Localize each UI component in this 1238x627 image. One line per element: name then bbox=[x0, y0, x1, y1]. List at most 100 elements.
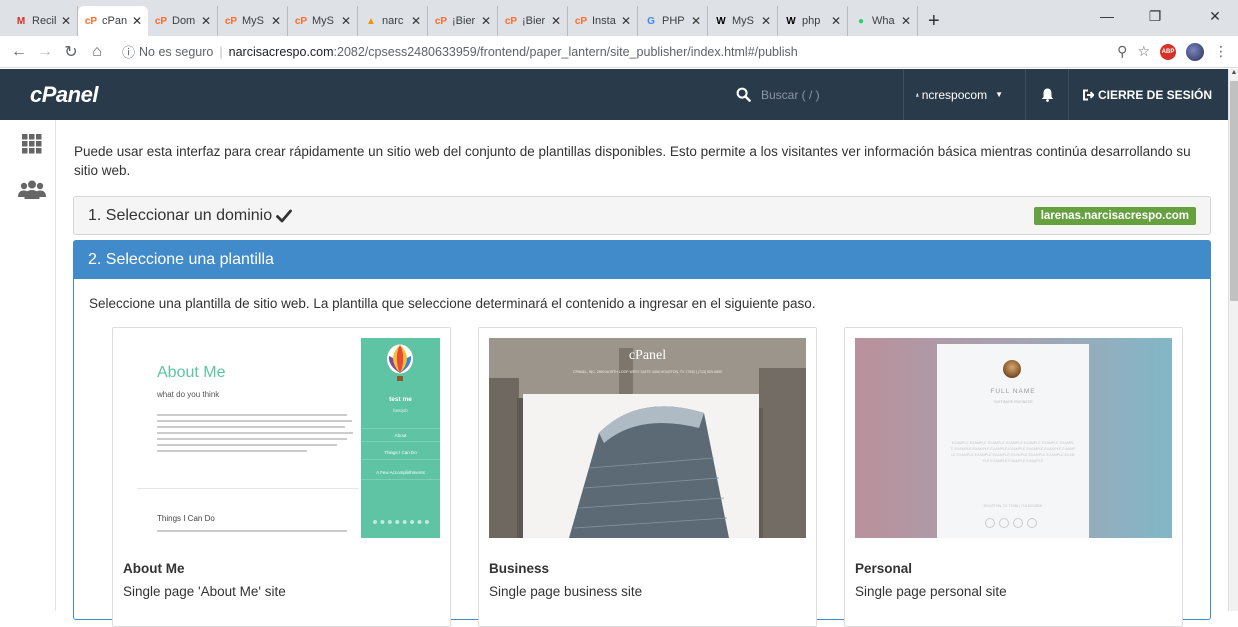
tab-title: Dom bbox=[172, 15, 196, 27]
address-bar[interactable]: ⓘ No es seguro | narcisacrespo.com:2082/… bbox=[116, 39, 1111, 65]
zoom-icon[interactable]: ⚲ bbox=[1117, 43, 1127, 60]
browser-tab[interactable]: ▲ narc ✕ bbox=[358, 6, 428, 36]
city-skyline-image bbox=[489, 338, 806, 538]
template-name: Business bbox=[489, 561, 550, 576]
reload-icon[interactable]: ↻ bbox=[58, 42, 84, 62]
tab-title: ¡Bier bbox=[522, 15, 546, 27]
grid-icon[interactable] bbox=[22, 134, 42, 154]
close-tab-icon[interactable]: ✕ bbox=[831, 14, 841, 28]
browser-toolbar: ← → ↻ ⌂ ⓘ No es seguro | narcisacrespo.c… bbox=[0, 36, 1238, 68]
sidebar bbox=[0, 120, 56, 611]
thumb-fullname: FULL NAME bbox=[990, 388, 1036, 395]
thumb-role: SOFTWARE ENGINEER bbox=[993, 400, 1033, 404]
close-tab-icon[interactable]: ✕ bbox=[132, 14, 142, 28]
tab-title: MyS bbox=[312, 15, 334, 27]
tab-title: Recil bbox=[32, 15, 57, 27]
browser-tab[interactable]: cP ¡Bier ✕ bbox=[498, 6, 568, 36]
thumb-address: CPANEL, INC. 2550 NORTH LOOP WEST SUITE … bbox=[573, 370, 722, 374]
browser-tab[interactable]: G PHP ✕ bbox=[638, 6, 708, 36]
template-thumbnail-business[interactable]: cPanel CPANEL, INC. 2550 NORTH LOOP WEST… bbox=[489, 338, 806, 538]
close-tab-icon[interactable]: ✕ bbox=[341, 14, 351, 28]
close-tab-icon[interactable]: ✕ bbox=[61, 14, 71, 28]
browser-tab[interactable]: cP MyS ✕ bbox=[218, 6, 288, 36]
bookmark-star-icon[interactable]: ☆ bbox=[1137, 43, 1150, 60]
template-description: Single page business site bbox=[489, 584, 643, 599]
browser-actions: ⚲ ☆ ABP ⋮ bbox=[1117, 42, 1238, 61]
browser-tab[interactable]: M Recil ✕ bbox=[8, 6, 78, 36]
close-tab-icon[interactable]: ✕ bbox=[621, 14, 631, 28]
restore-icon[interactable]: ❐ bbox=[1132, 0, 1178, 32]
browser-tab[interactable]: cP ¡Bier ✕ bbox=[428, 6, 498, 36]
browser-tab[interactable]: cP Insta ✕ bbox=[568, 6, 638, 36]
cpanel-logo[interactable]: cPanel bbox=[30, 82, 98, 108]
logout-button[interactable]: CIERRE DE SESIÓN bbox=[1082, 69, 1212, 120]
user-icon bbox=[916, 92, 919, 97]
thumb-side-panel: test me bestjob About Things I Can Do A … bbox=[361, 338, 440, 538]
chevron-down-icon: ▼ bbox=[995, 90, 1003, 99]
browser-tab[interactable]: W MyS ✕ bbox=[708, 6, 778, 36]
close-tab-icon[interactable]: ✕ bbox=[271, 14, 281, 28]
cpanel-icon: cP bbox=[504, 15, 518, 27]
browser-tab[interactable]: cP Dom ✕ bbox=[148, 6, 218, 36]
thumb-side-link-1: About bbox=[361, 428, 440, 442]
tab-title: MyS bbox=[242, 15, 264, 27]
menu-kebab-icon[interactable]: ⋮ bbox=[1214, 43, 1228, 60]
new-tab-button[interactable]: + bbox=[918, 6, 950, 36]
gmail-icon: M bbox=[16, 15, 26, 27]
username: ncrespocom bbox=[921, 87, 988, 102]
template-thumbnail-personal[interactable]: FULL NAME SOFTWARE ENGINEER EXAMPLE EXAM… bbox=[855, 338, 1172, 538]
step-select-domain[interactable]: 1. Seleccionar un dominio larenas.narcis… bbox=[73, 196, 1211, 235]
step2-header[interactable]: 2. Seleccione una plantilla bbox=[74, 241, 1210, 279]
close-tab-icon[interactable]: ✕ bbox=[481, 14, 491, 28]
browser-tab[interactable]: Wphp ✕ bbox=[778, 6, 848, 36]
template-thumbnail-about-me[interactable]: About Me what do you think Things I Can … bbox=[123, 338, 440, 538]
close-tab-icon[interactable]: ✕ bbox=[411, 14, 421, 28]
tab-title: Insta bbox=[592, 15, 616, 27]
intro-text: Puede usar esta interfaz para crear rápi… bbox=[74, 144, 1191, 178]
info-icon[interactable]: ⓘ bbox=[122, 42, 135, 61]
browser-tab[interactable]: cP MyS ✕ bbox=[288, 6, 358, 36]
template-card-about-me[interactable]: About Me what do you think Things I Can … bbox=[112, 327, 451, 627]
selected-domain-badge: larenas.narcisacrespo.com bbox=[1033, 207, 1196, 225]
template-card-personal[interactable]: FULL NAME SOFTWARE ENGINEER EXAMPLE EXAM… bbox=[844, 327, 1183, 627]
browser-tab-strip: M Recil ✕ cP cPan ✕ cP Dom ✕ cP MyS ✕ cP MyS ✕ ▲ narc ✕ cP… bbox=[0, 0, 1238, 36]
url-host: narcisacrespo.com bbox=[228, 44, 334, 59]
url-path: :2082/cpsess2480633959/frontend/paper_la… bbox=[333, 44, 798, 59]
template-description: Single page 'About Me' site bbox=[123, 584, 286, 599]
step-select-template: 2. Seleccione una plantilla Seleccione u… bbox=[73, 240, 1211, 627]
close-tab-icon[interactable]: ✕ bbox=[901, 14, 911, 28]
logout-icon bbox=[1083, 89, 1094, 100]
thumb-line bbox=[157, 530, 347, 532]
step1-label: 1. Seleccionar un dominio bbox=[88, 206, 273, 224]
close-tab-icon[interactable]: ✕ bbox=[691, 14, 701, 28]
notifications-bell-icon[interactable] bbox=[1025, 69, 1069, 120]
close-window-icon[interactable]: ✕ bbox=[1192, 0, 1238, 32]
search-box[interactable]: Buscar ( / ) bbox=[736, 69, 820, 120]
wikipedia-icon: W bbox=[716, 15, 726, 27]
browser-tab[interactable]: ● Wha ✕ bbox=[848, 6, 918, 36]
tab-title: MyS bbox=[732, 15, 754, 27]
forward-icon[interactable]: → bbox=[32, 43, 58, 61]
page-scrollbar[interactable]: ▲ bbox=[1228, 69, 1238, 611]
adblock-icon[interactable]: ABP bbox=[1160, 43, 1176, 60]
back-icon[interactable]: ← bbox=[6, 43, 32, 61]
cpanel-icon: cP bbox=[574, 15, 588, 27]
checkmark-icon bbox=[276, 209, 293, 222]
phpmyadmin-icon: ▲ bbox=[366, 15, 376, 27]
close-tab-icon[interactable]: ✕ bbox=[201, 14, 211, 28]
close-tab-icon[interactable]: ✕ bbox=[551, 14, 561, 28]
browser-tab[interactable]: cP cPan ✕ bbox=[78, 6, 148, 36]
close-tab-icon[interactable]: ✕ bbox=[761, 14, 771, 28]
tab-title: ¡Bier bbox=[452, 15, 476, 27]
thumb-divider bbox=[137, 488, 359, 489]
profile-avatar[interactable] bbox=[1186, 42, 1204, 61]
users-icon[interactable] bbox=[17, 180, 47, 200]
minimize-icon[interactable]: — bbox=[1084, 0, 1130, 32]
home-icon[interactable]: ⌂ bbox=[84, 43, 110, 61]
tab-title: php bbox=[802, 15, 821, 27]
template-card-business[interactable]: cPanel CPANEL, INC. 2550 NORTH LOOP WEST… bbox=[478, 327, 817, 627]
cpanel-header: cPanel Buscar ( / ) ncrespocom ▼ CIERRE … bbox=[0, 69, 1228, 120]
user-menu[interactable]: ncrespocom ▼ bbox=[903, 69, 1003, 120]
scrollbar-thumb[interactable] bbox=[1230, 81, 1238, 301]
scroll-up-icon[interactable]: ▲ bbox=[1230, 69, 1238, 79]
